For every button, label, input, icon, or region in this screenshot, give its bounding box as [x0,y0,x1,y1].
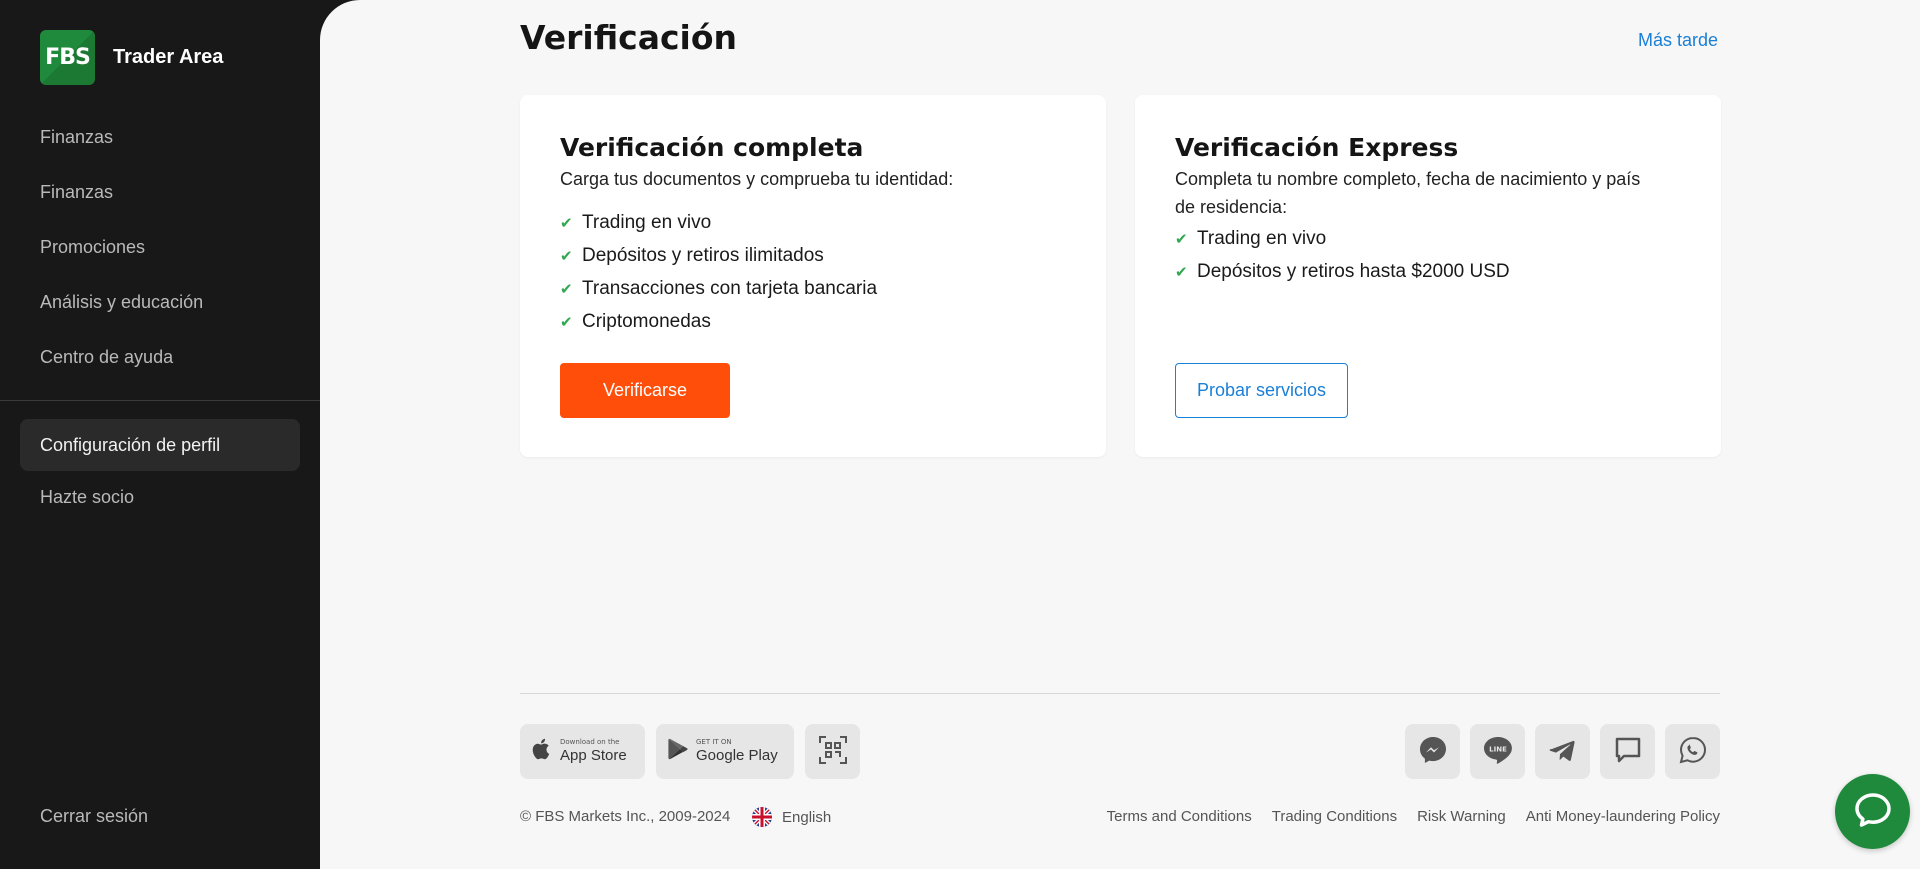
full-verification-card: Verificación completa Carga tus document… [520,95,1106,457]
card-title: Verificación Express [1175,133,1459,162]
logo[interactable]: FBS Trader Area [40,30,223,85]
qr-code-button[interactable] [805,724,860,779]
list-item: ✔ Trading en vivo [1175,227,1327,249]
page-title: Verificación [520,18,738,57]
logo-text: Trader Area [113,46,224,68]
card-subtitle: Carga tus documentos y comprueba tu iden… [560,169,954,189]
main-content: Verificación Más tarde Verificación comp… [320,0,1920,869]
express-verification-card: Verificación Express Completa tu nombre … [1135,95,1721,457]
chat-icon [1853,790,1893,834]
sidebar: FBS Trader Area Finanzas Finanzas Promoc… [0,0,320,869]
list-item: ✔ Depósitos y retiros hasta $2000 USD [1175,260,1510,282]
sidebar-item-partner[interactable]: Hazte socio [20,471,300,523]
list-item: ✔ Transacciones con tarjeta bancaria [560,277,878,299]
terms-link[interactable]: Terms and Conditions [1107,808,1252,825]
app-store-button[interactable]: Download on the App Store [520,724,645,779]
chat-button[interactable] [1600,724,1655,779]
logout-link[interactable]: Cerrar sesión [40,806,148,827]
card-subtitle: Completa tu nombre completo, fecha de na… [1175,169,1641,217]
messenger-button[interactable] [1405,724,1460,779]
list-item: ✔ Depósitos y retiros ilimitados [560,244,824,266]
verify-button[interactable]: Verificarse [560,363,730,418]
qr-code-icon [818,735,848,769]
check-icon: ✔ [1175,263,1188,281]
svg-text:LINE: LINE [1489,745,1507,753]
check-icon: ✔ [560,313,573,331]
check-icon: ✔ [1175,230,1188,248]
sidebar-item-help[interactable]: Centro de ayuda [0,330,320,385]
support-chat-button[interactable] [1835,774,1910,849]
whatsapp-icon [1678,735,1708,769]
list-item: ✔ Trading en vivo [560,211,712,233]
trading-conditions-link[interactable]: Trading Conditions [1272,808,1397,825]
uk-flag-icon [752,807,772,827]
card-title: Verificación completa [560,133,864,162]
play-icon [668,738,688,766]
sidebar-item-profile-settings[interactable]: Configuración de perfil [20,419,300,471]
feature-list: ✔ Trading en vivo ✔ Depósitos y retiros il… [560,206,877,338]
later-link[interactable]: Más tarde [1638,30,1718,51]
social-links: LINE [1395,724,1720,779]
google-play-button[interactable]: GET IT ON Google Play [656,724,794,779]
whatsapp-button[interactable] [1665,724,1720,779]
sidebar-secondary-nav: Configuración de perfil Hazte socio [20,419,300,523]
sidebar-nav: Finanzas Finanzas Promociones Análisis y… [0,110,320,385]
try-services-button[interactable]: Probar servicios [1175,363,1348,418]
sidebar-divider [0,400,320,401]
language-selector[interactable]: English [752,807,831,827]
risk-warning-link[interactable]: Risk Warning [1417,808,1506,825]
line-icon: LINE [1482,735,1514,769]
messenger-icon [1418,735,1448,769]
sidebar-item-promotions[interactable]: Promociones [0,220,320,275]
footer-divider [520,693,1720,694]
sidebar-item-analysis[interactable]: Análisis y educación [0,275,320,330]
sidebar-item-finances-2[interactable]: Finanzas [0,165,320,220]
list-item: ✔ Criptomonedas [560,310,711,332]
legal-links: Terms and Conditions Trading Conditions … [1087,808,1720,825]
feature-list: ✔ Trading en vivo ✔ Depósitos y retiros ha… [1175,222,1510,288]
sidebar-item-finances[interactable]: Finanzas [0,110,320,165]
check-icon: ✔ [560,247,573,265]
telegram-button[interactable] [1535,724,1590,779]
check-icon: ✔ [560,280,573,298]
copyright: © FBS Markets Inc., 2009-2024 [520,808,731,825]
language-label: English [782,808,832,826]
check-icon: ✔ [560,214,573,232]
aml-policy-link[interactable]: Anti Money-laundering Policy [1526,808,1720,825]
fbs-logo-icon: FBS [40,30,95,85]
chat-bubble-icon [1613,735,1643,769]
apple-icon [532,738,552,766]
line-button[interactable]: LINE [1470,724,1525,779]
app-store-links: Download on the App Store GET IT ON Goog… [520,724,860,779]
telegram-icon [1549,736,1577,768]
